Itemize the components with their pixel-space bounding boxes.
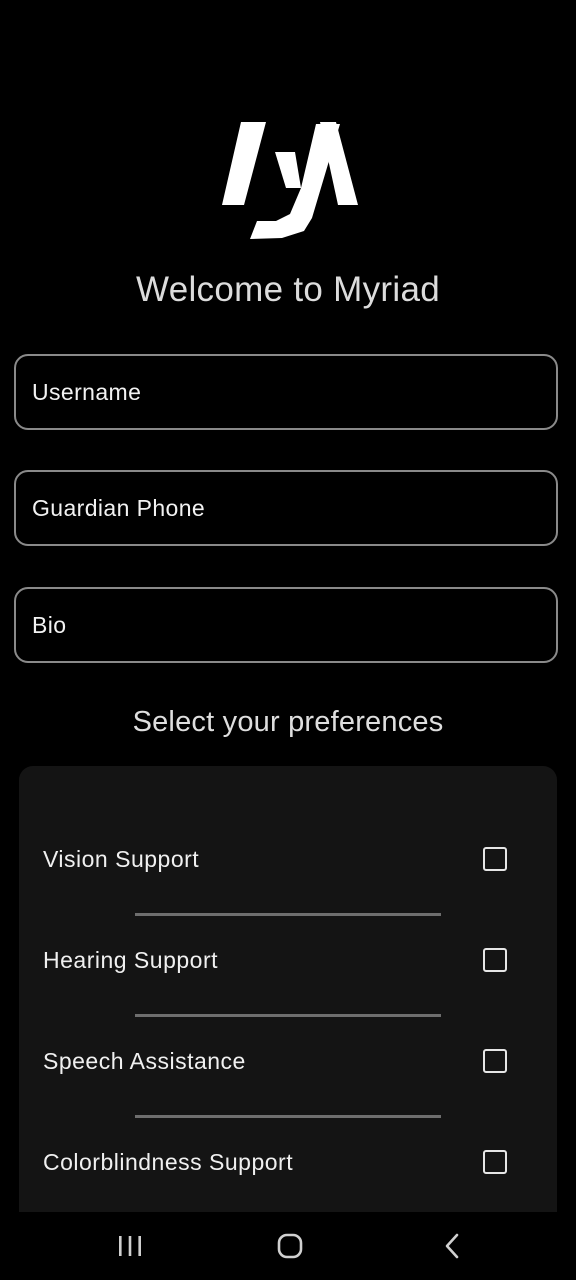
divider bbox=[135, 1115, 441, 1118]
preferences-card: Vision Support Hearing Support Speech As… bbox=[19, 766, 557, 1236]
divider bbox=[135, 913, 441, 916]
preference-label: Vision Support bbox=[43, 846, 200, 872]
hearing-support-checkbox[interactable] bbox=[483, 948, 507, 972]
preferences-title: Select your preferences bbox=[132, 706, 444, 738]
preference-item-hearing[interactable]: Hearing Support bbox=[19, 940, 557, 1040]
myriad-logo-icon bbox=[220, 120, 360, 242]
colorblindness-support-checkbox[interactable] bbox=[483, 1150, 507, 1174]
back-icon bbox=[445, 1233, 459, 1259]
username-field[interactable] bbox=[14, 354, 558, 430]
recents-icon bbox=[119, 1236, 141, 1256]
home-button[interactable] bbox=[268, 1226, 312, 1266]
guardian-phone-field[interactable] bbox=[14, 470, 558, 546]
bio-field[interactable] bbox=[14, 587, 558, 663]
preference-item-vision[interactable]: Vision Support bbox=[19, 839, 557, 939]
back-button[interactable] bbox=[430, 1226, 474, 1266]
page-title: Welcome to Myriad bbox=[136, 270, 440, 309]
divider bbox=[135, 1014, 441, 1017]
preference-label: Speech Assistance bbox=[43, 1048, 246, 1074]
speech-assistance-checkbox[interactable] bbox=[483, 1049, 507, 1073]
bio-input[interactable] bbox=[32, 589, 532, 661]
home-icon bbox=[277, 1233, 303, 1259]
preference-item-speech[interactable]: Speech Assistance bbox=[19, 1041, 557, 1141]
username-input[interactable] bbox=[32, 356, 532, 428]
guardian-phone-input[interactable] bbox=[32, 472, 532, 544]
preference-label: Colorblindness Support bbox=[43, 1149, 294, 1175]
preference-label: Hearing Support bbox=[43, 947, 218, 973]
system-navigation-bar bbox=[0, 1212, 576, 1280]
recents-button[interactable] bbox=[108, 1226, 152, 1266]
vision-support-checkbox[interactable] bbox=[483, 847, 507, 871]
